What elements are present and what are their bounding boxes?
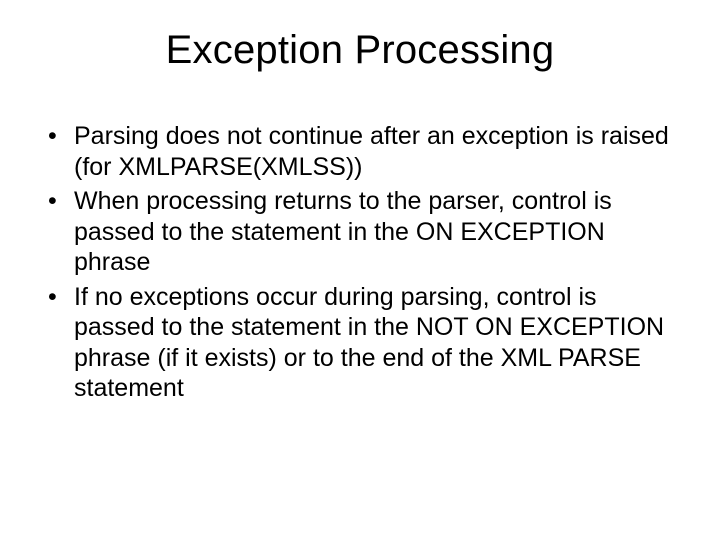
list-item: Parsing does not continue after an excep… [46,121,680,182]
slide: Exception Processing Parsing does not co… [0,0,720,540]
slide-title: Exception Processing [40,28,680,73]
bullet-list: Parsing does not continue after an excep… [40,121,680,404]
list-item: When processing returns to the parser, c… [46,186,680,278]
list-item: If no exceptions occur during parsing, c… [46,282,680,404]
